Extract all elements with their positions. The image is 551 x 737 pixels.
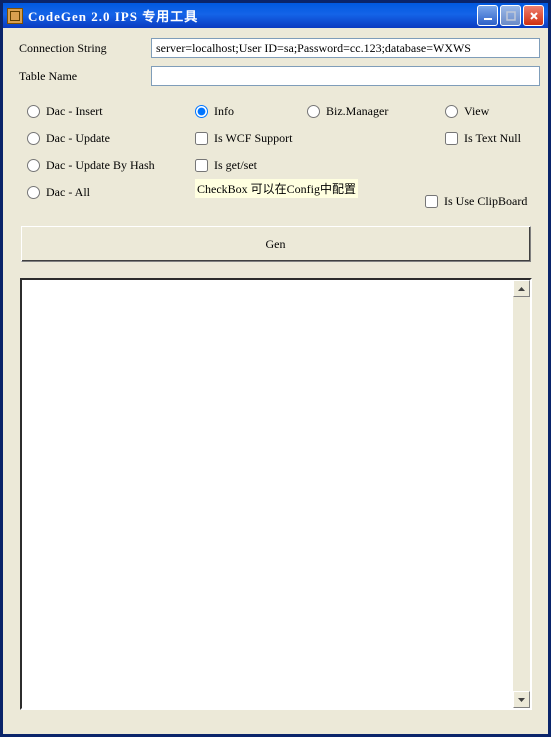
- radio-dac-insert-label: Dac - Insert: [46, 104, 103, 119]
- chevron-up-icon: [518, 287, 525, 291]
- check-text-null-input[interactable]: [445, 132, 458, 145]
- radio-view[interactable]: View: [445, 98, 489, 125]
- connection-label: Connection String: [11, 41, 151, 56]
- window-title: CodeGen 2.0 IPS 专用工具: [28, 6, 477, 25]
- connection-row: Connection String: [11, 38, 540, 58]
- check-clipboard[interactable]: Is Use ClipBoard: [425, 188, 527, 215]
- check-getset-input[interactable]: [195, 159, 208, 172]
- app-icon: [7, 8, 23, 24]
- table-row: Table Name: [11, 66, 540, 86]
- check-getset-label: Is get/set: [214, 158, 257, 173]
- check-clipboard-label: Is Use ClipBoard: [444, 194, 527, 209]
- table-label: Table Name: [11, 69, 151, 84]
- check-getset[interactable]: Is get/set: [195, 152, 257, 179]
- chevron-down-icon: [518, 698, 525, 702]
- radio-biz-manager[interactable]: Biz.Manager: [307, 98, 388, 125]
- maximize-button[interactable]: [500, 5, 521, 26]
- radio-info-input[interactable]: [195, 105, 208, 118]
- radio-dac-all-label: Dac - All: [46, 185, 90, 200]
- check-text-null[interactable]: Is Text Null: [445, 125, 521, 152]
- check-getset-wrap: Is get/set: [195, 152, 257, 179]
- scroll-up-button[interactable]: [513, 280, 530, 297]
- radio-view-label: View: [464, 104, 489, 119]
- radio-info[interactable]: Info: [195, 98, 234, 125]
- minimize-button[interactable]: [477, 5, 498, 26]
- radio-biz-manager-label: Biz.Manager: [326, 104, 388, 119]
- radio-dac-insert[interactable]: Dac - Insert: [27, 98, 155, 125]
- radio-dac-update-hash[interactable]: Dac - Update By Hash: [27, 152, 155, 179]
- client-area: Connection String Table Name Dac - Inser…: [3, 28, 548, 734]
- radio-dac-insert-input[interactable]: [27, 105, 40, 118]
- close-button[interactable]: [523, 5, 544, 26]
- gen-button[interactable]: Gen: [21, 226, 531, 262]
- config-hint: CheckBox 可以在Config中配置: [195, 179, 358, 198]
- maximize-icon: [506, 11, 516, 21]
- radio-dac-all[interactable]: Dac - All: [27, 179, 155, 206]
- radio-info-wrap: Info: [195, 98, 234, 125]
- output-textarea[interactable]: [22, 280, 513, 708]
- check-textnull-wrap: Is Text Null: [445, 125, 521, 152]
- close-icon: [529, 11, 539, 21]
- radio-biz-manager-input[interactable]: [307, 105, 320, 118]
- check-wcf-wrap: Is WCF Support: [195, 125, 292, 152]
- check-wcf-label: Is WCF Support: [214, 131, 292, 146]
- radio-view-input[interactable]: [445, 105, 458, 118]
- options-area: Dac - Insert Dac - Update Dac - Update B…: [11, 98, 540, 208]
- radio-dac-update[interactable]: Dac - Update: [27, 125, 155, 152]
- check-text-null-label: Is Text Null: [464, 131, 521, 146]
- radio-info-label: Info: [214, 104, 234, 119]
- radio-view-wrap: View: [445, 98, 489, 125]
- radio-dac-update-label: Dac - Update: [46, 131, 110, 146]
- window-controls: [477, 5, 544, 26]
- radio-biz-wrap: Biz.Manager: [307, 98, 388, 125]
- minimize-icon: [483, 11, 493, 21]
- titlebar[interactable]: CodeGen 2.0 IPS 专用工具: [3, 3, 548, 28]
- scroll-down-button[interactable]: [513, 691, 530, 708]
- radio-dac-all-input[interactable]: [27, 186, 40, 199]
- check-clipboard-wrap: Is Use ClipBoard: [425, 188, 527, 215]
- check-wcf[interactable]: Is WCF Support: [195, 125, 292, 152]
- radio-dac-update-hash-input[interactable]: [27, 159, 40, 172]
- table-input[interactable]: [151, 66, 540, 86]
- vertical-scrollbar[interactable]: [513, 280, 530, 708]
- radio-dac-update-hash-label: Dac - Update By Hash: [46, 158, 155, 173]
- app-window: CodeGen 2.0 IPS 专用工具 Connection String T…: [0, 0, 551, 737]
- check-clipboard-input[interactable]: [425, 195, 438, 208]
- radio-dac-update-input[interactable]: [27, 132, 40, 145]
- check-wcf-input[interactable]: [195, 132, 208, 145]
- dac-radio-group: Dac - Insert Dac - Update Dac - Update B…: [27, 98, 155, 206]
- output-container: [20, 278, 532, 710]
- connection-input[interactable]: [151, 38, 540, 58]
